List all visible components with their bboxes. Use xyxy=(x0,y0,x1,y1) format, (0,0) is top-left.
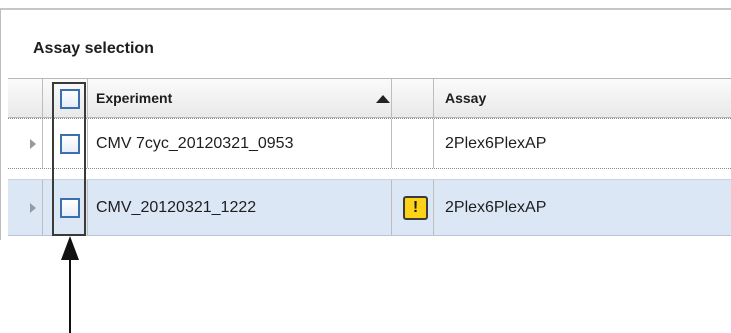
experiment-cell: CMV 7cyc_20120321_0953 xyxy=(96,135,294,152)
arrow-up-icon xyxy=(61,236,79,333)
column-divider xyxy=(391,180,392,235)
assay-cell: 2Plex6PlexAP xyxy=(445,199,547,216)
triangle-right-icon[interactable] xyxy=(30,203,36,213)
column-divider xyxy=(42,180,43,235)
stage: Assay selection Experiment Assay CMV 7cy… xyxy=(0,0,731,333)
table-row-selected[interactable]: CMV_20120321_1222 ! 2Plex6PlexAP xyxy=(8,179,731,236)
column-divider xyxy=(42,79,43,117)
triangle-right-icon[interactable] xyxy=(30,139,36,149)
row-checkbox[interactable] xyxy=(60,198,80,218)
column-divider xyxy=(391,79,392,117)
experiment-cell: CMV_20120321_1222 xyxy=(96,199,257,216)
assay-cell: 2Plex6PlexAP xyxy=(445,135,547,152)
table-header: Experiment Assay xyxy=(8,78,731,118)
column-divider xyxy=(87,119,88,168)
panel-title: Assay selection xyxy=(33,40,154,57)
column-header-assay[interactable]: Assay xyxy=(445,90,486,106)
column-divider xyxy=(433,180,434,235)
column-divider xyxy=(87,180,88,235)
column-divider xyxy=(42,119,43,168)
column-divider xyxy=(87,79,88,117)
column-header-experiment[interactable]: Experiment xyxy=(96,90,172,106)
row-checkbox[interactable] xyxy=(60,134,80,154)
warning-icon[interactable]: ! xyxy=(403,196,428,220)
sort-ascending-icon[interactable] xyxy=(376,95,390,103)
select-all-checkbox[interactable] xyxy=(60,89,80,109)
column-divider xyxy=(391,119,392,168)
table-row[interactable]: CMV 7cyc_20120321_0953 2Plex6PlexAP xyxy=(8,118,731,169)
column-divider xyxy=(433,79,434,117)
column-divider xyxy=(433,119,434,168)
